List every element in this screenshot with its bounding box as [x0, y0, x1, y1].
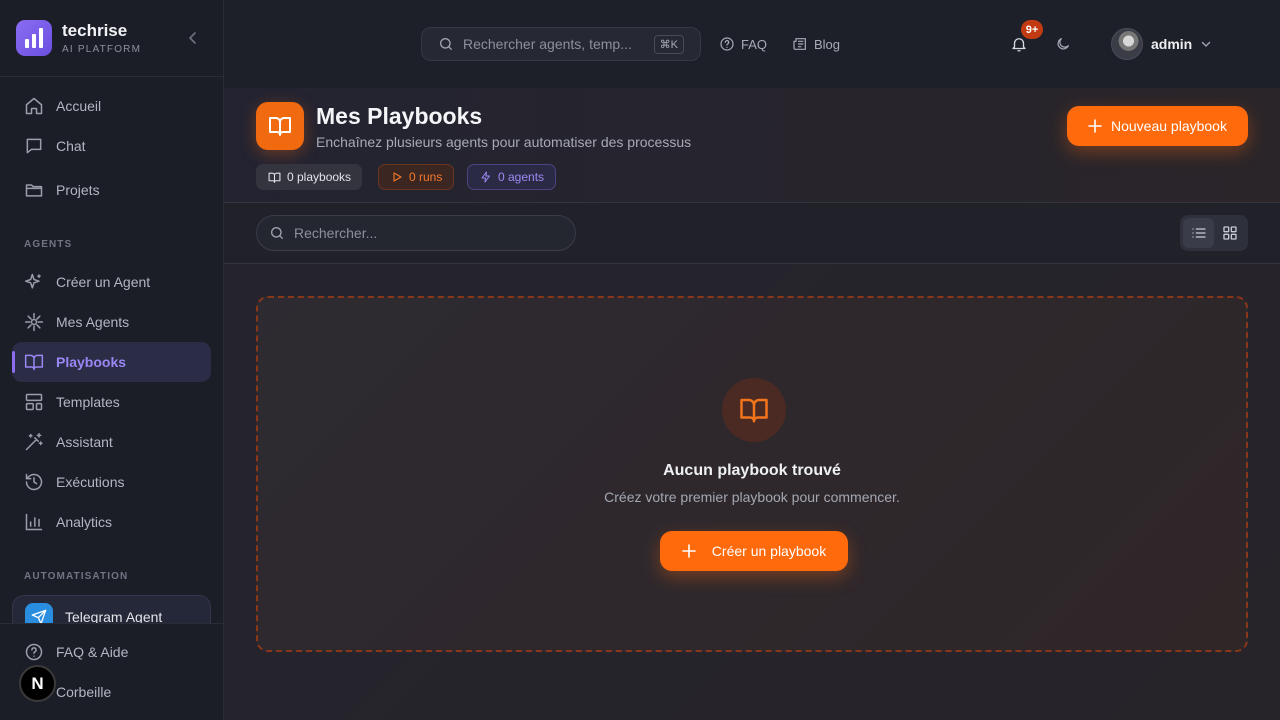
list-view-icon[interactable] [1183, 218, 1214, 248]
faq-link-label: FAQ [741, 36, 768, 52]
stat-playbooks-label: 0 playbooks [287, 170, 352, 184]
collapse-sidebar-icon[interactable] [186, 30, 200, 46]
brand-subtitle: AI PLATFORM [62, 44, 142, 55]
book-icon [268, 171, 281, 184]
sidebar-item-projets[interactable]: Projets [12, 170, 211, 210]
brand-name: techrise [62, 21, 128, 40]
sidebar-item-label: Templates [56, 394, 120, 410]
page-title: Mes Playbooks [316, 103, 483, 129]
sidebar-item-mes-agents[interactable]: Mes Agents [12, 302, 211, 342]
page-subtitle: Enchaînez plusieurs agents pour automati… [316, 134, 692, 150]
history-icon [24, 472, 44, 492]
sidebar-item-creer-agent[interactable]: Créer un Agent [12, 262, 211, 302]
help-circle-icon [719, 36, 735, 52]
chart-icon [24, 512, 44, 532]
stat-badge-runs: 0 runs [378, 164, 455, 190]
empty-state: Aucun playbook trouvé Créez votre premie… [256, 296, 1248, 652]
sparkles-icon [24, 272, 44, 292]
playbook-search-placeholder: Rechercher... [294, 225, 378, 241]
zap-icon [480, 171, 492, 183]
sidebar-item-label: Mes Agents [56, 314, 130, 330]
folder-icon [24, 180, 44, 200]
plus-icon [681, 544, 696, 558]
sidebar-item-label: Accueil [56, 98, 102, 114]
sidebar-item-label: Analytics [56, 514, 113, 530]
new-playbook-button[interactable]: Nouveau playbook [1067, 106, 1248, 146]
empty-state-subtitle: Créez votre premier playbook pour commen… [604, 489, 900, 505]
sidebar: techrise AI PLATFORM Accueil Chat Projet… [0, 0, 224, 720]
empty-state-title: Aucun playbook trouvé [663, 462, 841, 479]
playbook-search-input[interactable]: Rechercher... [256, 215, 576, 251]
sidebar-item-templates[interactable]: Templates [12, 382, 211, 422]
playbook-book-icon [256, 102, 304, 150]
brand[interactable]: techrise AI PLATFORM [16, 20, 141, 56]
sidebar-item-label: Exécutions [56, 474, 125, 490]
stat-badge-playbooks: 0 playbooks [256, 164, 363, 190]
stat-runs-label: 0 runs [409, 170, 443, 184]
brand-logo-icon [16, 20, 52, 56]
create-playbook-button[interactable]: Créer un playbook [660, 531, 848, 571]
search-icon [438, 36, 454, 52]
sidebar-item-chat[interactable]: Chat [12, 126, 211, 166]
asterisk-icon [24, 312, 44, 332]
user-menu[interactable]: admin [1111, 28, 1212, 60]
sidebar-item-playbooks[interactable]: Playbooks [12, 342, 211, 382]
section-label-automatisation: AUTOMATISATION [24, 571, 129, 582]
faq-link[interactable]: FAQ [719, 36, 767, 52]
notifications-badge: 9+ [1021, 20, 1043, 39]
search-icon [269, 225, 285, 241]
stat-agents-label: 0 agents [498, 170, 545, 184]
sidebar-item-label: Corbeille [56, 684, 112, 700]
blog-link-label: Blog [814, 36, 841, 52]
sidebar-item-accueil[interactable]: Accueil [12, 86, 211, 126]
avatar [1111, 28, 1143, 60]
help-icon [24, 642, 44, 662]
sidebar-item-analytics[interactable]: Analytics [12, 502, 211, 542]
sidebar-item-label: Playbooks [56, 354, 127, 370]
blog-link[interactable]: Blog [792, 36, 840, 52]
sidebar-item-executions[interactable]: Exécutions [12, 462, 211, 502]
grid-view-icon[interactable] [1214, 218, 1245, 248]
sidebar-item-label: Projets [56, 182, 100, 198]
sidebar-item-label: Assistant [56, 434, 113, 450]
wand-icon [24, 432, 44, 452]
theme-toggle-moon-icon[interactable] [1055, 36, 1071, 52]
chevron-down-icon [1200, 38, 1212, 50]
global-search-placeholder: Rechercher agents, temp... [463, 36, 632, 52]
section-label-agents: AGENTS [24, 239, 73, 250]
play-icon [391, 171, 403, 183]
create-playbook-label: Créer un playbook [711, 543, 827, 559]
chat-icon [24, 136, 44, 156]
search-shortcut: ⌘K [653, 35, 684, 54]
sidebar-item-label: Créer un Agent [56, 274, 151, 290]
view-toggle [1180, 215, 1248, 251]
sidebar-item-label: FAQ & Aide [56, 644, 129, 660]
divider [0, 76, 223, 77]
dev-tools-badge[interactable]: N [19, 665, 56, 702]
stat-badge-agents: 0 agents [467, 164, 557, 190]
sidebar-item-assistant[interactable]: Assistant [12, 422, 211, 462]
sidebar-item-label: Chat [56, 138, 86, 154]
global-search-input[interactable]: Rechercher agents, temp... ⌘K [421, 27, 701, 61]
newspaper-icon [792, 36, 808, 52]
book-icon [24, 352, 44, 372]
home-icon [24, 96, 44, 116]
user-name: admin [1151, 36, 1193, 52]
empty-book-icon [722, 378, 786, 442]
plus-icon [1088, 119, 1102, 133]
layout-icon [24, 392, 44, 412]
new-playbook-label: Nouveau playbook [1111, 118, 1227, 134]
top-bar: Rechercher agents, temp... ⌘K FAQ Blog 9… [224, 0, 1280, 88]
